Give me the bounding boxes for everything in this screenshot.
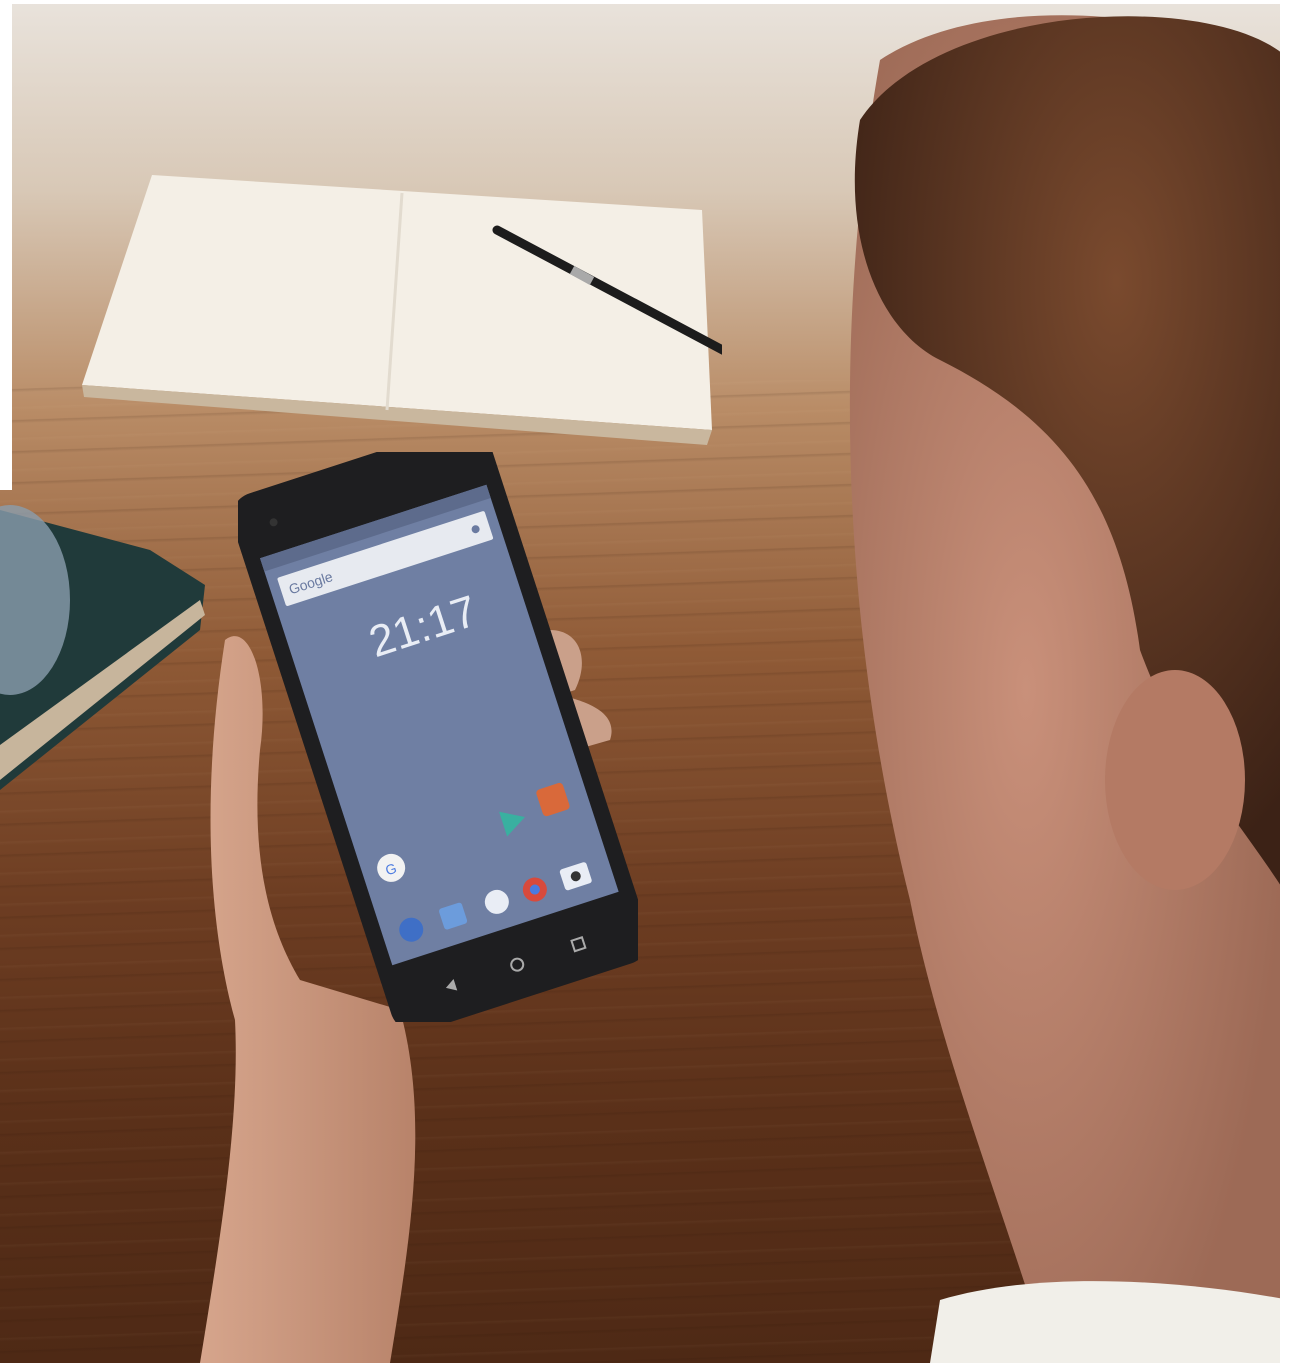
image-border-left [0,0,12,490]
smartphone: Google 21:17 G [238,452,638,1022]
person-image [849,15,1290,1363]
image-border-top [0,0,1292,4]
notebook-image [82,175,722,445]
image-border-right [1280,0,1292,1363]
books-image [0,505,205,790]
photo-scene: Google 21:17 G [0,0,1292,1363]
